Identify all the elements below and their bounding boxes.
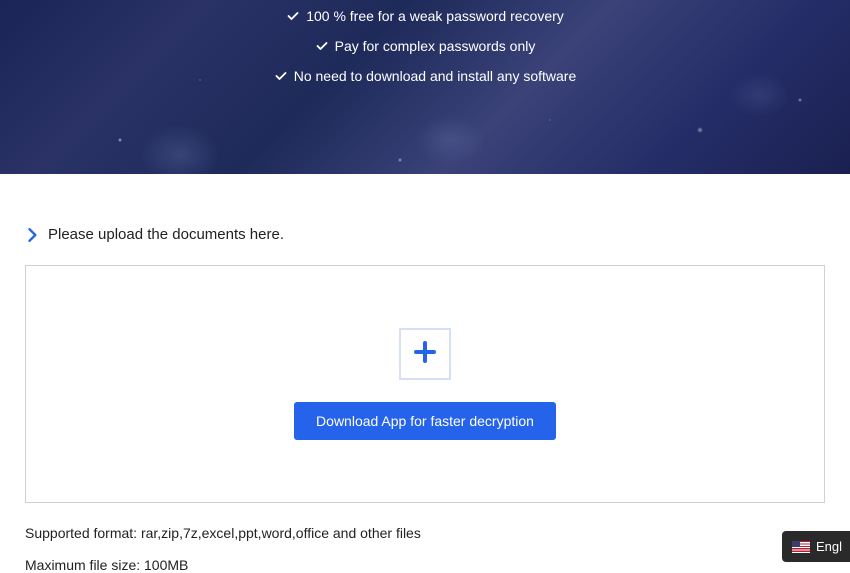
us-flag-icon xyxy=(792,541,810,553)
upload-prompt: Please upload the documents here. xyxy=(48,226,284,243)
check-icon xyxy=(274,69,288,83)
add-file-button[interactable] xyxy=(399,328,451,380)
feature-item: No need to download and install any soft… xyxy=(274,68,577,84)
upload-header: Please upload the documents here. xyxy=(28,226,825,243)
hero-banner: 100 % free for a weak password recovery … xyxy=(0,0,850,174)
download-app-button[interactable]: Download App for faster decryption xyxy=(294,402,556,440)
main-content: Please upload the documents here. Downlo… xyxy=(0,226,850,573)
feature-item: 100 % free for a weak password recovery xyxy=(286,8,564,24)
plus-icon xyxy=(413,340,437,369)
feature-text: No need to download and install any soft… xyxy=(294,68,577,84)
max-filesize-text: Maximum file size: 100MB xyxy=(25,557,825,573)
language-selector[interactable]: Engl xyxy=(782,531,850,562)
upload-dropzone[interactable]: Download App for faster decryption xyxy=(25,265,825,503)
chevron-right-icon xyxy=(28,228,38,242)
feature-text: 100 % free for a weak password recovery xyxy=(306,8,564,24)
feature-text: Pay for complex passwords only xyxy=(335,38,536,54)
check-icon xyxy=(315,39,329,53)
feature-item: Pay for complex passwords only xyxy=(315,38,536,54)
language-label: Engl xyxy=(816,539,842,554)
check-icon xyxy=(286,9,300,23)
supported-formats-text: Supported format: rar,zip,7z,excel,ppt,w… xyxy=(25,525,825,541)
